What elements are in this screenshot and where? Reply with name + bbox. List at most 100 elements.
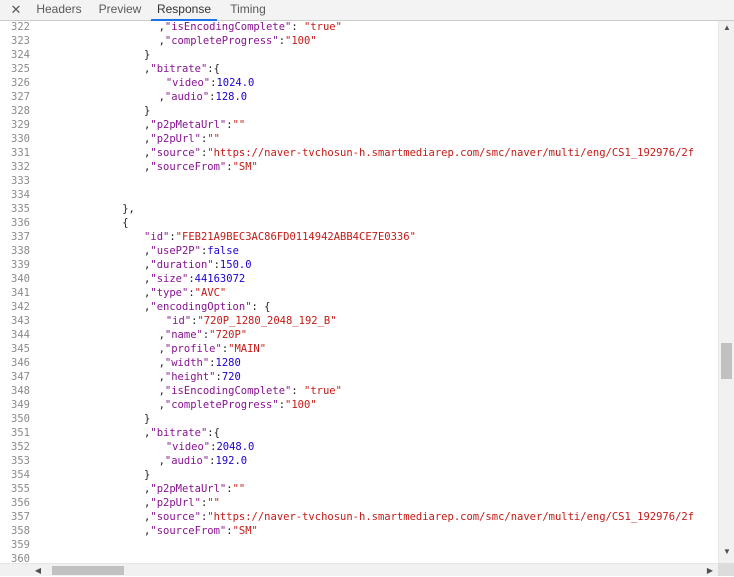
json-punctuation: }, [122, 203, 135, 215]
line-number: 359 [11, 539, 30, 551]
line-number: 347 [11, 371, 30, 383]
json-punctuation: : { [251, 301, 271, 313]
code-text: } [144, 468, 150, 482]
line-number: 340 [11, 273, 30, 285]
json-key: "encodingOption" [150, 301, 252, 313]
vertical-scrollbar[interactable]: ▲ ▼ [718, 21, 734, 563]
json-key: "completeProgress" [164, 35, 279, 47]
scroll-left-icon[interactable]: ◀ [30, 564, 46, 577]
json-string: "AVC" [194, 287, 227, 299]
json-key: "p2pUrl" [150, 497, 201, 509]
json-key: "width" [164, 357, 210, 369]
json-key: "bitrate" [150, 427, 208, 439]
tab-headers[interactable]: Headers [29, 0, 89, 20]
json-string: "720P" [209, 329, 248, 341]
code-text: } [144, 412, 150, 426]
tab-timing[interactable]: Timing [222, 0, 274, 20]
json-key: "height" [164, 371, 216, 383]
code-text: ,"source":"https://naver-tvchosun-h.smar… [144, 146, 694, 160]
scroll-right-icon[interactable]: ▶ [702, 564, 718, 577]
line-number: 355 [11, 483, 30, 495]
code-text: ,"p2pMetaUrl":"" [144, 482, 245, 496]
json-key: "useP2P" [150, 245, 201, 257]
horizontal-scroll-thumb[interactable] [52, 566, 124, 575]
line-number: 326 [11, 77, 30, 89]
json-string: "" [232, 483, 246, 495]
code-text: ,"sourceFrom":"SM" [144, 524, 258, 538]
scroll-down-icon[interactable]: ▼ [719, 545, 734, 559]
line-number: 325 [11, 63, 30, 75]
line-number: 358 [11, 525, 30, 537]
line-number: 344 [11, 329, 30, 341]
json-key: "video" [165, 441, 211, 453]
line-number: 341 [11, 287, 30, 299]
horizontal-scrollbar[interactable]: ◀ ▶ [0, 563, 718, 576]
json-punctuation: } [144, 469, 151, 481]
scroll-up-icon[interactable]: ▲ [719, 21, 734, 35]
line-number: 350 [11, 413, 30, 425]
json-string: "" [207, 497, 220, 509]
code-text: ,"audio":128.0 [159, 90, 248, 104]
line-number: 334 [11, 189, 30, 201]
code-text: ,"p2pUrl":"" [144, 496, 220, 510]
json-string: "SM" [232, 525, 258, 537]
code-text: }, [122, 202, 135, 216]
json-literal: 2048.0 [216, 441, 255, 453]
code-text: ,"bitrate":{ [144, 426, 220, 440]
line-number: 324 [11, 49, 30, 61]
json-literal: false [207, 245, 239, 257]
json-key: "audio" [164, 91, 210, 103]
json-string: "720P_1280_2048_192_B" [197, 315, 337, 327]
code-text: { [122, 216, 128, 230]
code-text: ,"name":"720P" [159, 328, 248, 342]
line-number: 349 [11, 399, 30, 411]
json-key: "sourceFrom" [150, 161, 227, 173]
json-string: "MAIN" [228, 343, 267, 355]
json-key: "source" [150, 147, 201, 159]
tab-preview[interactable]: Preview [92, 0, 148, 20]
json-key: "source" [150, 511, 201, 523]
json-literal: 128.0 [215, 91, 248, 103]
code-text: ,"p2pUrl":"" [144, 132, 220, 146]
json-string: "https://naver-tvchosun-h.smartmediarep.… [207, 147, 695, 159]
json-key: "p2pUrl" [150, 133, 201, 145]
line-number: 322 [11, 21, 30, 33]
json-punctuation: :{ [207, 63, 220, 75]
code-text: ,"completeProgress":"100" [159, 398, 317, 412]
code-text: "id":"720P_1280_2048_192_B" [166, 314, 337, 328]
json-key: "audio" [164, 455, 210, 467]
json-punctuation: } [144, 413, 151, 425]
line-number: 332 [11, 161, 30, 173]
code-text: ,"completeProgress":"100" [159, 34, 317, 48]
json-key: "size" [150, 273, 189, 285]
json-key: "p2pMetaUrl" [150, 119, 227, 131]
json-string: "https://naver-tvchosun-h.smartmediarep.… [207, 511, 695, 523]
json-literal: 44163072 [194, 273, 246, 285]
devtools-tab-bar: ✕ Headers Preview Response Timing [0, 0, 734, 21]
json-punctuation: : [291, 385, 304, 397]
code-text: ,"height":720 [159, 370, 241, 384]
line-number: 346 [11, 357, 30, 369]
code-text: ,"duration":150.0 [144, 258, 251, 272]
json-string: "SM" [232, 161, 258, 173]
json-punctuation: } [144, 105, 151, 117]
code-text: ,"p2pMetaUrl":"" [144, 118, 245, 132]
line-number: 338 [11, 245, 30, 257]
json-key: "duration" [150, 259, 214, 271]
response-body[interactable]: 322 ,"isEncodingComplete": "true" 323 ,"com… [0, 21, 718, 563]
line-number: 336 [11, 217, 30, 229]
json-key: "video" [165, 77, 211, 89]
code-text: "video":1024.0 [166, 76, 255, 90]
line-number: 360 [11, 553, 30, 563]
code-text: ,"profile":"MAIN" [159, 342, 267, 356]
json-key: "type" [150, 287, 189, 299]
scrollbar-corner [718, 563, 734, 576]
json-string: "100" [285, 399, 317, 411]
json-key: "completeProgress" [164, 399, 279, 411]
line-number: 342 [11, 301, 30, 313]
close-icon[interactable]: ✕ [9, 2, 23, 18]
tab-response[interactable]: Response [151, 0, 217, 21]
json-key: "bitrate" [150, 63, 208, 75]
code-text: ,"type":"AVC" [144, 286, 226, 300]
vertical-scroll-thumb[interactable] [721, 343, 732, 379]
